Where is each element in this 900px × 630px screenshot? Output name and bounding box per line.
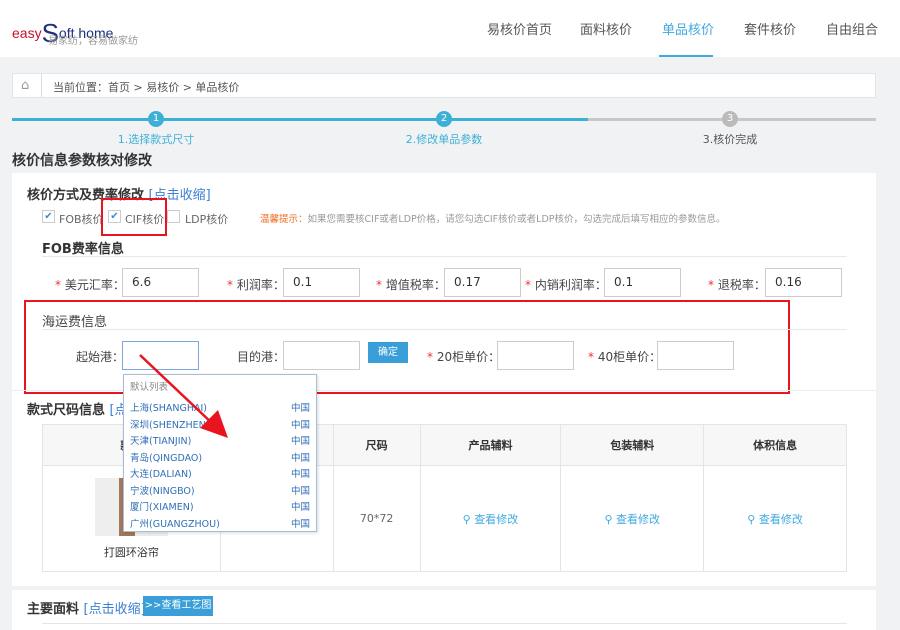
port-option[interactable]: 宁波(NINGBO) 中国: [130, 483, 310, 497]
fabric-heading: 主要面料 [点击收缩]: [27, 602, 146, 617]
search-icon: ⚲: [462, 512, 471, 526]
step-1-circle: 1: [148, 111, 164, 127]
dest-label: 目的港：: [237, 350, 286, 364]
breadcrumb-text: 当前位置：首页 > 易核价 > 单品核价: [53, 81, 240, 94]
port-option[interactable]: 青岛(QINGDAO) 中国: [130, 450, 310, 464]
header: easySoft home 易家纺，容易做家纺 易核价首页 面料核价 单品核价 …: [0, 0, 900, 57]
step-1-label: 1.选择款式尺寸: [117, 133, 195, 146]
nav-combo[interactable]: 自由组合: [826, 19, 878, 38]
tax-refund-label: 退税率：: [717, 278, 766, 292]
nav-active-indicator: [659, 55, 713, 57]
step-2-circle: 2: [436, 111, 452, 127]
view-edit-link[interactable]: ⚲ 查看修改: [703, 465, 847, 572]
vat-rate-label: 增值税率：: [385, 278, 446, 292]
ldp-label: LDP核价: [185, 213, 229, 226]
c40-label: 40柜单价：: [597, 350, 662, 364]
profit-rate-input[interactable]: 0.1: [283, 268, 360, 297]
step-3-label: 3.核价完成: [702, 133, 758, 146]
divider: [42, 329, 847, 330]
divider: [41, 74, 42, 97]
search-icon: ⚲: [604, 512, 613, 526]
c40-price-input[interactable]: [657, 341, 734, 370]
divider: [42, 256, 847, 257]
port-option[interactable]: 厦门(XIAMEN) 中国: [130, 499, 310, 513]
tax-refund-input[interactable]: 0.16: [765, 268, 842, 297]
port-option[interactable]: 广州(GUANGZHOU) 中国: [130, 516, 310, 530]
fob-checkbox[interactable]: ✔: [42, 210, 55, 223]
port-option[interactable]: 大连(DALIAN) 中国: [130, 466, 310, 480]
dropdown-title: 默认列表: [130, 382, 169, 393]
nav-fabric[interactable]: 面料核价: [580, 19, 632, 38]
ldp-checkbox[interactable]: [167, 210, 180, 223]
collapse-link[interactable]: [点击收缩]: [84, 602, 146, 617]
origin-label: 起始港：: [76, 350, 125, 364]
dest-port-input[interactable]: [283, 341, 360, 370]
exchange-rate-label: 美元汇率：: [64, 278, 125, 292]
logo-tagline: 易家纺，容易做家纺: [48, 36, 138, 47]
origin-port-input[interactable]: [122, 341, 199, 370]
profit-rate-label: 利润率：: [236, 278, 285, 292]
search-icon: ⚲: [747, 512, 756, 526]
size-value: 70*72: [332, 465, 421, 572]
breadcrumb: ⌂ 当前位置：首页 > 易核价 > 单品核价: [12, 73, 876, 98]
exchange-rate-input[interactable]: 6.6: [122, 268, 199, 297]
c20-price-input[interactable]: [497, 341, 574, 370]
port-option[interactable]: 上海(SHANGHAI) 中国: [130, 400, 310, 414]
fob-heading: FOB费率信息: [42, 242, 124, 257]
divider: [42, 623, 847, 624]
step-2-label: 2.修改单品参数: [405, 133, 483, 146]
tip: 温馨提示：如果您需要核CIF或者LDP价格，请您勾选CIF核价或者LDP核价，勾…: [260, 214, 726, 225]
domestic-profit-input[interactable]: 0.1: [604, 268, 681, 297]
shipping-heading: 海运费信息: [42, 315, 108, 330]
view-craft-button[interactable]: >>查看工艺图: [143, 596, 213, 616]
page-title: 核价信息参数核对修改: [12, 153, 152, 169]
port-option[interactable]: 深圳(SHENZHEN) 中国: [130, 417, 310, 431]
c20-label: 20柜单价：: [436, 350, 501, 364]
step-3-circle: 3: [722, 111, 738, 127]
product-name: 打圆环浴帘: [103, 545, 159, 559]
port-dropdown: 默认列表 上海(SHANGHAI) 中国 深圳(SHENZHEN) 中国 天津(TIAN…: [123, 374, 317, 532]
nav-home[interactable]: 易核价首页: [487, 19, 552, 38]
domestic-profit-label: 内销利润率：: [534, 278, 607, 292]
progress-done: [12, 118, 588, 121]
fob-label: FOB核价: [59, 213, 104, 226]
highlight-box: [101, 198, 167, 236]
home-icon[interactable]: ⌂: [21, 78, 29, 93]
nav-single[interactable]: 单品核价: [662, 19, 714, 38]
port-option[interactable]: 天津(TIANJIN) 中国: [130, 433, 310, 447]
vat-rate-input[interactable]: 0.17: [444, 268, 521, 297]
confirm-button[interactable]: 确定: [368, 342, 408, 363]
nav-set[interactable]: 套件核价: [744, 19, 796, 38]
view-edit-link[interactable]: ⚲ 查看修改: [560, 465, 705, 572]
view-edit-link[interactable]: ⚲ 查看修改: [419, 465, 562, 572]
